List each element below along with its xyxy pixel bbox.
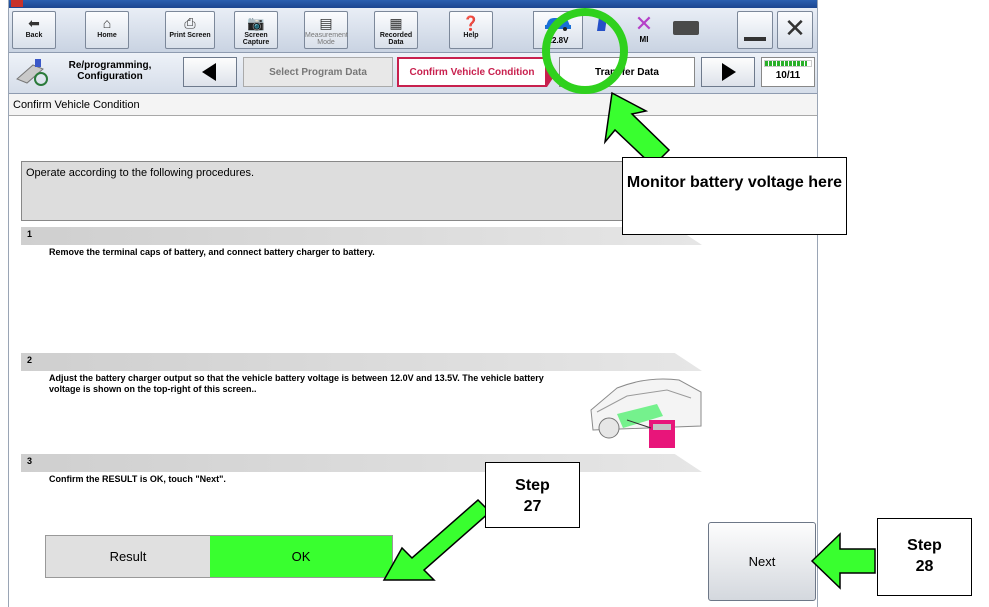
step-1-number: 1 <box>27 229 33 239</box>
minimize-icon <box>744 37 766 41</box>
printer-icon: ⎙ <box>184 15 196 31</box>
help-button[interactable]: ❓ Help <box>449 11 493 49</box>
recorded-data-button[interactable]: ▦ Recorded Data <box>374 11 418 49</box>
triangle-left-icon <box>202 63 216 81</box>
x-mark-icon: ✕ <box>634 11 654 36</box>
procedure-header: Operate according to the following proce… <box>21 161 696 221</box>
measurement-icon: ▤ <box>319 15 333 31</box>
step27-callout: Step 27 <box>485 462 580 528</box>
step-2-number: 2 <box>27 355 33 365</box>
step28-arrow <box>810 532 876 590</box>
close-icon: ✕ <box>784 13 806 43</box>
reprogramming-indicator: Re/programming, Configuration <box>13 57 173 89</box>
step-3-bar: 3 <box>21 454 702 472</box>
next-step-arrow-button[interactable] <box>701 57 755 87</box>
status-panel: 12.8V ✕ MI <box>533 11 733 49</box>
help-icon: ❓ <box>462 15 480 31</box>
main-toolbar: ⬅ Back ⌂ Home ⎙ Print Screen 📷 Screen Ca… <box>9 8 817 53</box>
back-button[interactable]: ⬅ Back <box>12 11 56 49</box>
screen-capture-button[interactable]: 📷 Screen Capture <box>234 11 278 49</box>
step-2-text: Adjust the battery charger output so tha… <box>49 373 544 394</box>
battery-charger-car-illustration <box>590 378 702 448</box>
result-row: Result OK <box>45 535 393 578</box>
navigation-row: Re/programming, Configuration Select Pro… <box>9 53 817 94</box>
battery-icon <box>673 21 699 35</box>
recorded-data-icon: ▦ <box>389 15 403 31</box>
battery-voltage-value: 12.8V <box>547 36 569 45</box>
result-value-ok: OK <box>210 536 392 577</box>
ecu-gear-icon <box>16 59 48 86</box>
step-2-bar: 2 <box>21 353 702 371</box>
step-3-text: Confirm the RESULT is OK, touch "Next". <box>49 474 226 484</box>
title-bar <box>9 0 817 8</box>
app-icon <box>11 0 23 7</box>
camera-icon: 📷 <box>247 15 265 31</box>
battery-voltage-indicator: 12.8V <box>533 11 583 49</box>
previous-step-button[interactable] <box>183 57 237 87</box>
close-button[interactable]: ✕ <box>777 11 813 49</box>
step-3-number: 3 <box>27 456 33 466</box>
step28-callout: Step 28 <box>877 518 972 596</box>
home-button[interactable]: ⌂ Home <box>85 11 129 49</box>
measurement-mode-button[interactable]: ▤ Measurement Mode <box>304 11 348 49</box>
progress-bar <box>764 60 812 67</box>
mi-indicator: ✕ MI <box>629 13 659 47</box>
triangle-right-icon <box>722 63 736 81</box>
result-label: Result <box>46 536 210 577</box>
procedure-header-text: Operate according to the following proce… <box>26 167 255 179</box>
crumb-confirm-vehicle-condition: Confirm Vehicle Condition <box>397 57 547 87</box>
crumb-transfer-data: Transfer Data <box>559 57 695 87</box>
next-button[interactable]: Next <box>708 522 816 601</box>
current-step-arrow-icon <box>547 57 557 87</box>
print-screen-button[interactable]: ⎙ Print Screen <box>165 11 215 49</box>
vi-indicator <box>589 13 619 47</box>
step-1-text: Remove the terminal caps of battery, and… <box>49 247 375 257</box>
progress-fill <box>765 61 807 66</box>
crumb-select-program-data: Select Program Data <box>243 57 393 87</box>
minimize-button[interactable] <box>737 11 773 49</box>
monitor-battery-callout: Monitor battery voltage here <box>622 157 847 235</box>
reprogramming-label: Re/programming, Configuration <box>68 60 152 82</box>
vi-connection-icon <box>597 17 613 31</box>
step-1-bar: 1 <box>21 227 702 245</box>
progress-indicator: 10/11 <box>761 57 815 87</box>
progress-text: 10/11 <box>775 70 801 81</box>
consult-app-window: ⬅ Back ⌂ Home ⎙ Print Screen 📷 Screen Ca… <box>8 0 818 607</box>
home-icon: ⌂ <box>102 15 112 31</box>
vehicle-icon <box>545 18 571 31</box>
back-arrow-icon: ⬅ <box>28 15 40 31</box>
section-title: Confirm Vehicle Condition <box>9 94 817 116</box>
